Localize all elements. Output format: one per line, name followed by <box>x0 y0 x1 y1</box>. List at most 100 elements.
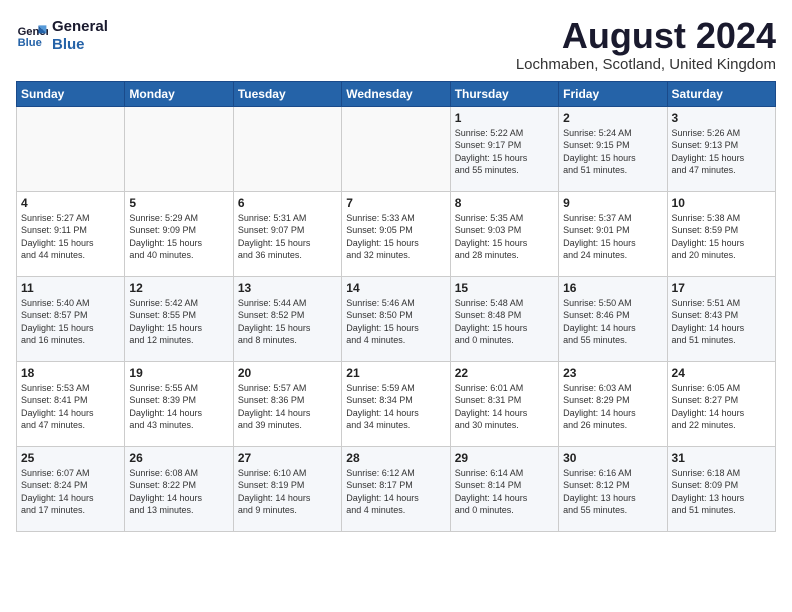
cell-content: Sunrise: 6:03 AM Sunset: 8:29 PM Dayligh… <box>563 382 662 432</box>
cell-content: Sunrise: 5:51 AM Sunset: 8:43 PM Dayligh… <box>672 297 771 347</box>
cell-content: Sunrise: 5:33 AM Sunset: 9:05 PM Dayligh… <box>346 212 445 262</box>
day-number: 24 <box>672 366 771 380</box>
cell-content: Sunrise: 6:10 AM Sunset: 8:19 PM Dayligh… <box>238 467 337 517</box>
calendar-cell: 7 Sunrise: 5:33 AM Sunset: 9:05 PM Daylig… <box>342 191 450 276</box>
calendar-cell: 31 Sunrise: 6:18 AM Sunset: 8:09 PM Dayli… <box>667 446 775 531</box>
calendar-cell: 8 Sunrise: 5:35 AM Sunset: 9:03 PM Daylig… <box>450 191 558 276</box>
calendar-cell: 28Sunrise: 6:12 AM Sunset: 8:17 PM Dayli… <box>342 446 450 531</box>
calendar-cell: 3Sunrise: 5:26 AM Sunset: 9:13 PM Daylig… <box>667 106 775 191</box>
day-number: 27 <box>238 451 337 465</box>
col-header-tuesday: Tuesday <box>233 81 341 106</box>
calendar-cell: 30 Sunrise: 6:16 AM Sunset: 8:12 PM Dayli… <box>559 446 667 531</box>
calendar-cell: 14Sunrise: 5:46 AM Sunset: 8:50 PM Dayli… <box>342 276 450 361</box>
day-number: 16 <box>563 281 662 295</box>
cell-content: Sunrise: 5:27 AM Sunset: 9:11 PM Dayligh… <box>21 212 120 262</box>
title-block: August 2024 Lochmaben, Scotland, United … <box>516 16 776 73</box>
day-number: 19 <box>129 366 228 380</box>
calendar-cell: 2 Sunrise: 5:24 AM Sunset: 9:15 PM Daylig… <box>559 106 667 191</box>
col-header-wednesday: Wednesday <box>342 81 450 106</box>
location: Lochmaben, Scotland, United Kingdom <box>516 56 776 73</box>
logo: General Blue General Blue <box>16 16 108 54</box>
calendar-cell: 1 Sunrise: 5:22 AM Sunset: 9:17 PM Daylig… <box>450 106 558 191</box>
cell-content: Sunrise: 6:07 AM Sunset: 8:24 PM Dayligh… <box>21 467 120 517</box>
day-number: 4 <box>21 196 120 210</box>
cell-content: Sunrise: 5:22 AM Sunset: 9:17 PM Dayligh… <box>455 127 554 177</box>
calendar-cell: 5 Sunrise: 5:29 AM Sunset: 9:09 PM Daylig… <box>125 191 233 276</box>
cell-content: Sunrise: 5:50 AM Sunset: 8:46 PM Dayligh… <box>563 297 662 347</box>
cell-content: Sunrise: 5:35 AM Sunset: 9:03 PM Dayligh… <box>455 212 554 262</box>
calendar-cell: 15 Sunrise: 5:48 AM Sunset: 8:48 PM Dayli… <box>450 276 558 361</box>
cell-content: Sunrise: 5:29 AM Sunset: 9:09 PM Dayligh… <box>129 212 228 262</box>
calendar-cell <box>342 106 450 191</box>
cell-content: Sunrise: 5:55 AM Sunset: 8:39 PM Dayligh… <box>129 382 228 432</box>
day-number: 31 <box>672 451 771 465</box>
cell-content: Sunrise: 5:53 AM Sunset: 8:41 PM Dayligh… <box>21 382 120 432</box>
calendar-cell: 12 Sunrise: 5:42 AM Sunset: 8:55 PM Dayli… <box>125 276 233 361</box>
cell-content: Sunrise: 6:18 AM Sunset: 8:09 PM Dayligh… <box>672 467 771 517</box>
calendar-cell: 10 Sunrise: 5:38 AM Sunset: 8:59 PM Dayli… <box>667 191 775 276</box>
day-number: 12 <box>129 281 228 295</box>
day-number: 11 <box>21 281 120 295</box>
day-number: 25 <box>21 451 120 465</box>
col-header-friday: Friday <box>559 81 667 106</box>
cell-content: Sunrise: 5:44 AM Sunset: 8:52 PM Dayligh… <box>238 297 337 347</box>
day-number: 3 <box>672 111 771 125</box>
calendar-table: SundayMondayTuesdayWednesdayThursdayFrid… <box>16 81 776 532</box>
calendar-cell <box>17 106 125 191</box>
col-header-thursday: Thursday <box>450 81 558 106</box>
day-number: 26 <box>129 451 228 465</box>
cell-content: Sunrise: 5:42 AM Sunset: 8:55 PM Dayligh… <box>129 297 228 347</box>
day-number: 10 <box>672 196 771 210</box>
calendar-cell: 18 Sunrise: 5:53 AM Sunset: 8:41 PM Dayli… <box>17 361 125 446</box>
calendar-cell <box>233 106 341 191</box>
day-number: 9 <box>563 196 662 210</box>
day-number: 15 <box>455 281 554 295</box>
day-number: 20 <box>238 366 337 380</box>
day-number: 18 <box>21 366 120 380</box>
calendar-cell: 22 Sunrise: 6:01 AM Sunset: 8:31 PM Dayli… <box>450 361 558 446</box>
day-number: 22 <box>455 366 554 380</box>
day-number: 8 <box>455 196 554 210</box>
cell-content: Sunrise: 5:31 AM Sunset: 9:07 PM Dayligh… <box>238 212 337 262</box>
cell-content: Sunrise: 5:57 AM Sunset: 8:36 PM Dayligh… <box>238 382 337 432</box>
cell-content: Sunrise: 6:01 AM Sunset: 8:31 PM Dayligh… <box>455 382 554 432</box>
cell-content: Sunrise: 5:59 AM Sunset: 8:34 PM Dayligh… <box>346 382 445 432</box>
logo-line2: Blue <box>52 36 108 54</box>
day-number: 7 <box>346 196 445 210</box>
cell-content: Sunrise: 6:14 AM Sunset: 8:14 PM Dayligh… <box>455 467 554 517</box>
logo-icon: General Blue <box>16 19 48 51</box>
logo-line1: General <box>52 18 108 36</box>
calendar-cell: 24 Sunrise: 6:05 AM Sunset: 8:27 PM Dayli… <box>667 361 775 446</box>
calendar-cell: 27 Sunrise: 6:10 AM Sunset: 8:19 PM Dayli… <box>233 446 341 531</box>
cell-content: Sunrise: 5:38 AM Sunset: 8:59 PM Dayligh… <box>672 212 771 262</box>
col-header-monday: Monday <box>125 81 233 106</box>
day-number: 30 <box>563 451 662 465</box>
day-number: 2 <box>563 111 662 125</box>
cell-content: Sunrise: 6:05 AM Sunset: 8:27 PM Dayligh… <box>672 382 771 432</box>
day-number: 23 <box>563 366 662 380</box>
day-number: 1 <box>455 111 554 125</box>
cell-content: Sunrise: 5:48 AM Sunset: 8:48 PM Dayligh… <box>455 297 554 347</box>
calendar-cell: 29Sunrise: 6:14 AM Sunset: 8:14 PM Dayli… <box>450 446 558 531</box>
cell-content: Sunrise: 6:12 AM Sunset: 8:17 PM Dayligh… <box>346 467 445 517</box>
calendar-cell: 4 Sunrise: 5:27 AM Sunset: 9:11 PM Daylig… <box>17 191 125 276</box>
cell-content: Sunrise: 6:16 AM Sunset: 8:12 PM Dayligh… <box>563 467 662 517</box>
day-number: 6 <box>238 196 337 210</box>
cell-content: Sunrise: 5:40 AM Sunset: 8:57 PM Dayligh… <box>21 297 120 347</box>
col-header-saturday: Saturday <box>667 81 775 106</box>
calendar-cell: 23 Sunrise: 6:03 AM Sunset: 8:29 PM Dayli… <box>559 361 667 446</box>
calendar-cell: 25 Sunrise: 6:07 AM Sunset: 8:24 PM Dayli… <box>17 446 125 531</box>
calendar-cell: 20 Sunrise: 5:57 AM Sunset: 8:36 PM Dayli… <box>233 361 341 446</box>
day-number: 21 <box>346 366 445 380</box>
svg-text:Blue: Blue <box>18 37 42 49</box>
calendar-cell: 6 Sunrise: 5:31 AM Sunset: 9:07 PM Daylig… <box>233 191 341 276</box>
calendar-cell: 26 Sunrise: 6:08 AM Sunset: 8:22 PM Dayli… <box>125 446 233 531</box>
calendar-cell <box>125 106 233 191</box>
day-number: 14 <box>346 281 445 295</box>
cell-content: Sunrise: 6:08 AM Sunset: 8:22 PM Dayligh… <box>129 467 228 517</box>
day-number: 5 <box>129 196 228 210</box>
cell-content: Sunrise: 5:24 AM Sunset: 9:15 PM Dayligh… <box>563 127 662 177</box>
calendar-cell: 17Sunrise: 5:51 AM Sunset: 8:43 PM Dayli… <box>667 276 775 361</box>
calendar-cell: 11 Sunrise: 5:40 AM Sunset: 8:57 PM Dayli… <box>17 276 125 361</box>
month-year: August 2024 <box>516 16 776 56</box>
